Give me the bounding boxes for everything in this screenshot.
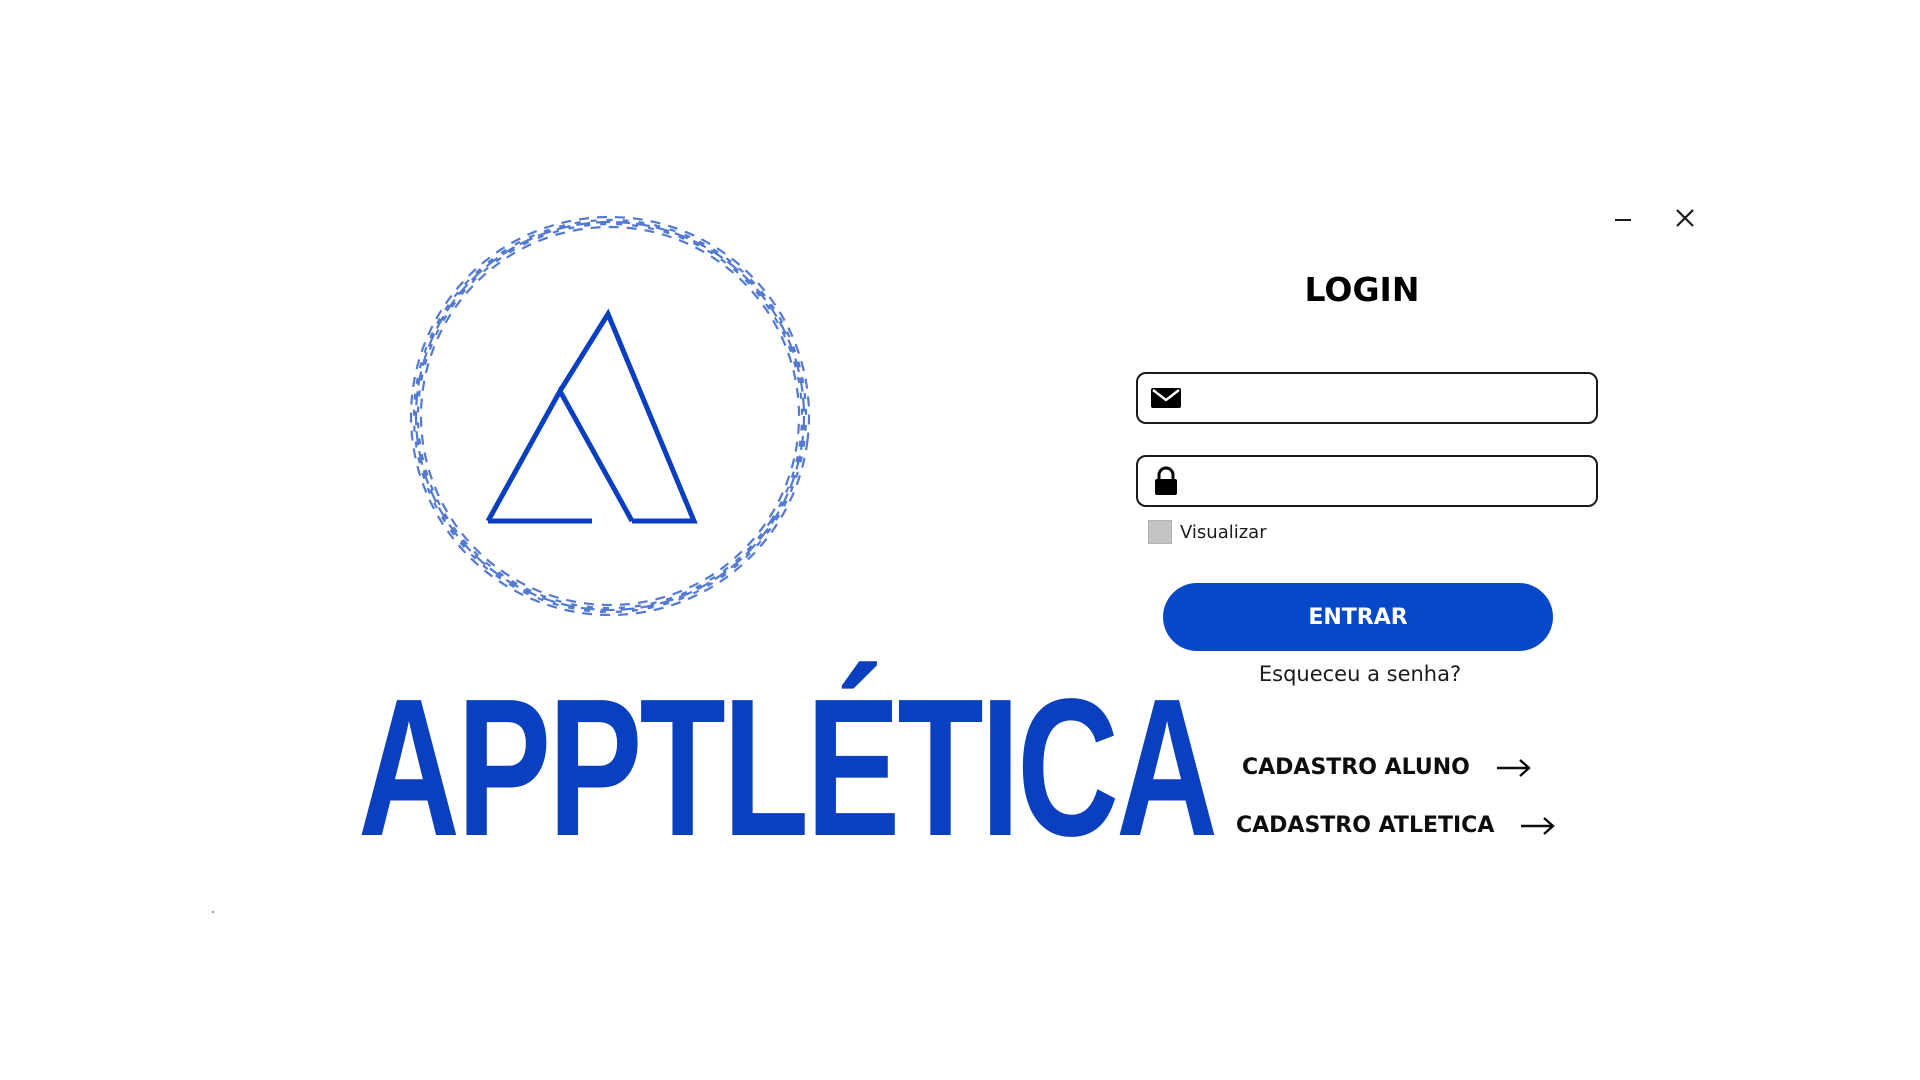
- brand-wordmark: APPTLÉTICA: [358, 658, 1218, 877]
- show-password-checkbox[interactable]: [1148, 520, 1172, 544]
- forgot-password-link[interactable]: Esqueceu a senha?: [1162, 662, 1558, 686]
- login-window: APPTLÉTICA LOGIN Visualizar ENTRAR Esque…: [0, 0, 1920, 1080]
- close-button[interactable]: [1668, 201, 1702, 235]
- close-icon: [1676, 209, 1694, 227]
- stray-dot: [212, 911, 214, 913]
- password-input[interactable]: [1190, 460, 1584, 502]
- brand-panel: APPTLÉTICA: [260, 190, 1218, 910]
- window-controls: [1606, 198, 1702, 238]
- login-button[interactable]: ENTRAR: [1163, 583, 1553, 651]
- signup-student-link[interactable]: CADASTRO ALUNO: [1242, 755, 1532, 780]
- password-field[interactable]: [1136, 455, 1598, 507]
- minimize-icon: [1615, 219, 1631, 221]
- minimize-button[interactable]: [1606, 201, 1640, 235]
- email-field[interactable]: [1136, 372, 1598, 424]
- signup-athletic-label: CADASTRO ATLETICA: [1236, 813, 1495, 838]
- show-password-label: Visualizar: [1180, 521, 1267, 543]
- show-password-toggle[interactable]: Visualizar: [1148, 520, 1267, 544]
- signup-athletic-link[interactable]: CADASTRO ATLETICA: [1236, 813, 1556, 838]
- signup-student-label: CADASTRO ALUNO: [1242, 755, 1470, 780]
- arrow-right-icon: [1520, 816, 1556, 836]
- envelope-icon: [1142, 374, 1190, 422]
- email-input[interactable]: [1190, 377, 1584, 419]
- arrow-right-icon: [1496, 758, 1532, 778]
- brand-emblem-icon: [409, 215, 811, 617]
- lock-icon: [1142, 457, 1190, 505]
- page-title: LOGIN: [1304, 270, 1420, 309]
